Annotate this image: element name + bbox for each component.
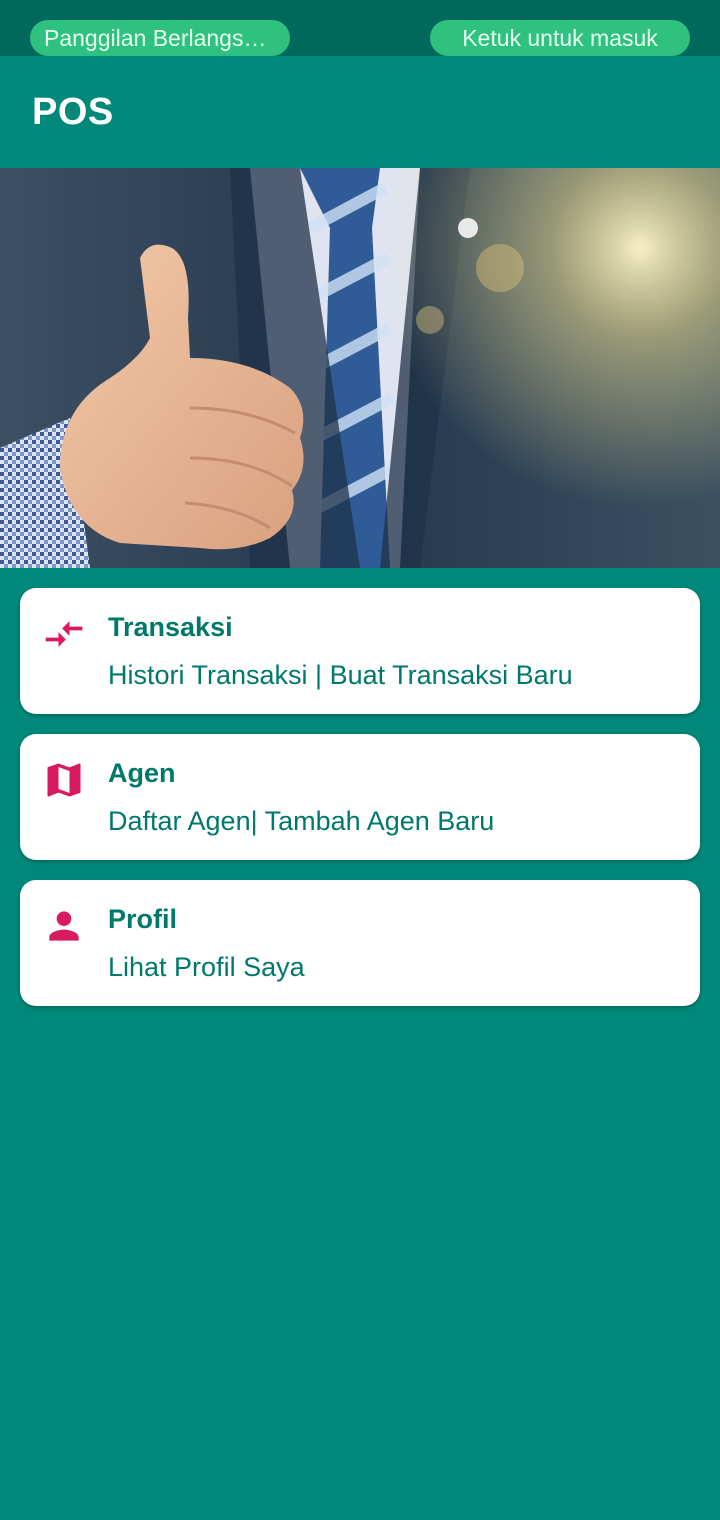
- compare-arrows-icon: [42, 612, 86, 656]
- thumbs-up-businessman-photo: [0, 168, 720, 568]
- map-icon: [42, 758, 86, 802]
- menu-card-subtitle: Daftar Agen| Tambah Agen Baru: [108, 806, 495, 836]
- menu-card-transaksi[interactable]: Transaksi Histori Transaksi | Buat Trans…: [20, 588, 700, 714]
- person-icon: [42, 904, 86, 948]
- tap-to-enter-chip[interactable]: Ketuk untuk masuk: [430, 20, 690, 56]
- tap-to-enter-label: Ketuk untuk masuk: [462, 24, 658, 51]
- ongoing-call-label: Panggilan Berlangsun…: [44, 24, 276, 51]
- menu-card-profil[interactable]: Profil Lihat Profil Saya: [20, 880, 700, 1006]
- status-bar: Panggilan Berlangsun… Ketuk untuk masuk: [0, 0, 720, 56]
- menu-card-title: Profil: [108, 904, 178, 934]
- menu-card-subtitle: Lihat Profil Saya: [108, 952, 305, 982]
- ongoing-call-chip[interactable]: Panggilan Berlangsun…: [30, 20, 290, 56]
- banner-image: [0, 168, 720, 568]
- menu-card-title: Transaksi: [108, 612, 233, 642]
- menu-card-title: Agen: [108, 758, 176, 788]
- app-title: POS: [32, 90, 114, 133]
- menu-card-agen[interactable]: Agen Daftar Agen| Tambah Agen Baru: [20, 734, 700, 860]
- menu-card-subtitle: Histori Transaksi | Buat Transaksi Baru: [108, 660, 573, 690]
- app-bar: POS: [0, 56, 720, 168]
